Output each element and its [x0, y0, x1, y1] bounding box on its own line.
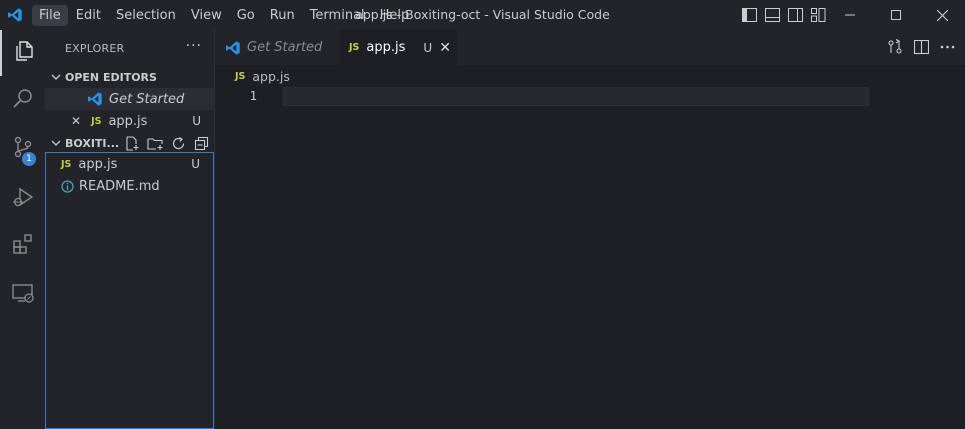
toggle-primary-sidebar-icon[interactable]	[740, 6, 758, 24]
file-label: app.js	[78, 156, 118, 172]
breadcrumb-file[interactable]: app.js	[252, 69, 290, 84]
remote-explorer-icon	[11, 281, 35, 309]
menu-edit[interactable]: Edit	[69, 5, 108, 26]
current-line-highlight[interactable]	[283, 87, 869, 106]
extensions-icon	[11, 232, 35, 260]
javascript-file-icon: JS	[235, 70, 246, 82]
menu-go[interactable]: Go	[230, 5, 262, 26]
open-editor-item[interactable]: ✕ JS app.js U	[45, 110, 214, 132]
workspace-actions	[124, 135, 210, 151]
editor-tabs: Get Started JS app.js U ✕	[215, 30, 965, 65]
workspace-label: BOXITI...	[65, 136, 120, 150]
vscode-logo-icon	[87, 91, 103, 107]
title-bar: File Edit Selection View Go Run Terminal…	[0, 0, 965, 30]
window-controls	[827, 0, 965, 30]
layout-controls	[740, 6, 827, 24]
files-icon	[12, 39, 36, 67]
info-icon	[61, 179, 74, 193]
more-actions-icon[interactable]	[939, 39, 955, 55]
untracked-status: U	[191, 157, 200, 171]
menu-terminal[interactable]: Terminal	[303, 5, 372, 26]
open-editors-header[interactable]: OPEN EDITORS	[45, 66, 214, 88]
chevron-down-icon	[49, 138, 63, 148]
javascript-file-icon: JS	[61, 158, 72, 170]
menu-run[interactable]: Run	[263, 5, 302, 26]
explorer-title: EXPLORER	[65, 41, 125, 55]
minimize-icon[interactable]	[827, 0, 873, 30]
file-tree-item[interactable]: README.md	[46, 175, 213, 197]
chevron-down-icon	[49, 72, 63, 82]
line-number: 1	[249, 88, 257, 103]
close-icon[interactable]: ✕	[71, 114, 81, 128]
file-label: README.md	[79, 178, 160, 194]
maximize-icon[interactable]	[873, 0, 919, 30]
explorer-activity[interactable]	[0, 30, 45, 76]
menu-selection[interactable]: Selection	[109, 5, 183, 26]
explorer-more-icon[interactable]: ···	[186, 38, 202, 54]
run-debug-activity[interactable]	[0, 176, 45, 222]
javascript-file-icon: JS	[91, 115, 102, 127]
code-editor[interactable]: 1	[215, 86, 965, 429]
explorer-sidebar: EXPLORER ··· OPEN EDITORS Get Started ✕ …	[45, 30, 215, 429]
tab-label: app.js	[366, 40, 406, 55]
workspace-header[interactable]: BOXITI...	[45, 132, 214, 154]
editor-actions	[887, 39, 955, 55]
tab-app-js[interactable]: JS app.js U ✕	[339, 30, 457, 65]
menu-view[interactable]: View	[184, 5, 229, 26]
activity-bar: 1	[0, 30, 45, 429]
close-tab-icon[interactable]: ✕	[439, 40, 451, 56]
new-folder-icon[interactable]	[147, 135, 164, 151]
collapse-all-icon[interactable]	[193, 135, 210, 151]
menu-bar: File Edit Selection View Go Run Terminal…	[32, 0, 417, 30]
untracked-status: U	[192, 114, 201, 128]
open-editor-label: app.js	[108, 113, 148, 129]
split-editor-icon[interactable]	[913, 39, 929, 55]
search-icon	[11, 87, 35, 115]
search-activity[interactable]	[0, 78, 45, 124]
explorer-header: EXPLORER ···	[45, 30, 214, 66]
open-editors-label: OPEN EDITORS	[65, 70, 157, 84]
menu-file[interactable]: File	[32, 4, 68, 26]
source-control-badge: 1	[22, 152, 36, 166]
customize-layout-icon[interactable]	[809, 6, 827, 24]
menu-help[interactable]: Help	[373, 5, 417, 26]
run-debug-icon	[11, 185, 35, 213]
extensions-activity[interactable]	[0, 223, 45, 269]
tab-get-started[interactable]: Get Started	[215, 30, 339, 65]
file-tree-item[interactable]: JS app.js U	[46, 153, 213, 175]
remote-explorer-activity[interactable]	[0, 272, 45, 318]
new-file-icon[interactable]	[124, 135, 141, 151]
workspace-tree: JS app.js U README.md	[45, 152, 214, 429]
open-editor-label: Get Started	[109, 91, 185, 107]
toggle-secondary-sidebar-icon[interactable]	[786, 6, 804, 24]
source-control-activity[interactable]: 1	[0, 126, 45, 172]
vscode-logo-icon	[0, 0, 30, 30]
toggle-panel-icon[interactable]	[763, 6, 781, 24]
javascript-file-icon: JS	[349, 42, 360, 53]
breadcrumb[interactable]: JS app.js	[235, 66, 290, 86]
close-window-icon[interactable]	[919, 0, 965, 30]
vscode-logo-icon	[225, 40, 241, 56]
untracked-status: U	[423, 40, 433, 55]
open-changes-icon[interactable]	[887, 39, 903, 55]
open-editor-item[interactable]: Get Started	[45, 88, 214, 110]
tab-label: Get Started	[247, 40, 323, 55]
refresh-icon[interactable]	[170, 135, 187, 151]
